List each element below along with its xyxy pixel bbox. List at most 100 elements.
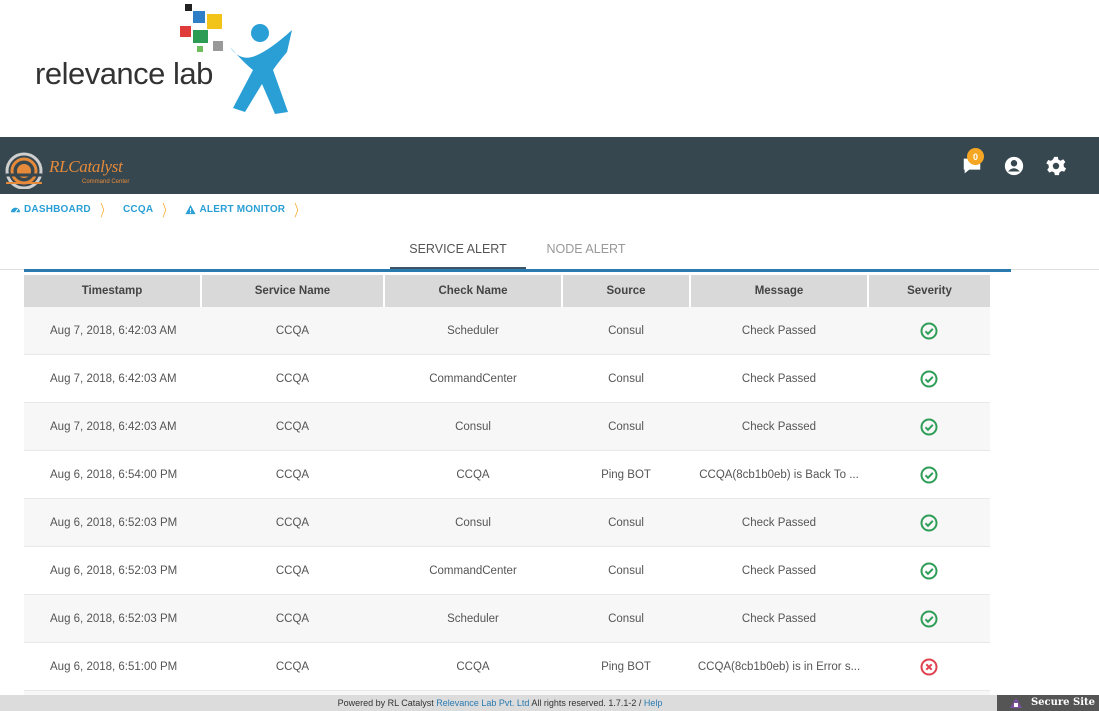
cell-check-name: Scheduler (384, 307, 562, 355)
brand-subtitle: Command Center (82, 179, 130, 185)
footer-powered-by: Powered by RL Catalyst (337, 698, 437, 708)
rl-catalyst-logo-icon (5, 152, 43, 190)
tab-node-alert[interactable]: NODE ALERT (526, 235, 646, 270)
lock-icon (1009, 698, 1022, 708)
cell-timestamp: Aug 6, 2018, 6:52:03 PM (24, 594, 201, 643)
breadcrumb-alert-monitor[interactable]: ALERT MONITOR (185, 204, 285, 215)
alert-tabs: SERVICE ALERT NODE ALERT (390, 235, 646, 270)
gear-icon (1046, 156, 1067, 176)
column-header-source[interactable]: Source (562, 275, 691, 307)
cell-timestamp: Aug 7, 2018, 6:42:03 AM (24, 307, 201, 355)
column-header-service-name[interactable]: Service Name (201, 275, 385, 307)
check-circle-icon (920, 418, 938, 435)
cell-message: Check Passed (690, 354, 868, 403)
cell-source: Consul (562, 546, 690, 595)
cell-check-name: CCQA (384, 642, 562, 691)
cell-check-name: Consul (384, 402, 562, 451)
footer-company-link[interactable]: Relevance Lab Pvt. Ltd (436, 698, 529, 708)
cell-check-name: CommandCenter (384, 546, 562, 595)
settings-button[interactable] (1043, 153, 1069, 179)
cell-message: Check Passed (690, 402, 868, 451)
table-row[interactable]: Aug 6, 2018, 6:51:00 PM CCQA CCQA Ping BOT C… (24, 642, 990, 691)
footer: Powered by RL Catalyst Relevance Lab Pvt… (0, 695, 1099, 711)
cell-source: Consul (562, 307, 690, 355)
cell-service-name: CCQA (201, 402, 384, 451)
cell-check-name: Consul (384, 498, 562, 547)
cell-message: Check Passed (690, 307, 868, 355)
cell-service-name: CCQA (201, 307, 384, 355)
dashboard-icon (10, 207, 21, 213)
cell-severity (868, 642, 990, 691)
check-circle-icon (920, 322, 938, 339)
cell-severity (868, 450, 990, 499)
column-header-message[interactable]: Message (690, 275, 869, 307)
cell-source: Consul (562, 402, 690, 451)
table-row[interactable]: Aug 6, 2018, 6:54:00 PM CCQA CCQA Ping BOT C… (24, 450, 990, 499)
cell-source: Consul (562, 594, 690, 643)
cell-message: CCQA(8cb1b0eb) is in Error s... (690, 642, 868, 691)
tab-service-alert[interactable]: SERVICE ALERT (390, 235, 526, 270)
cell-service-name: CCQA (201, 450, 384, 499)
breadcrumb: DASHBOARD 〉 CCQA 〉 ALERT MONITOR 〉 (10, 201, 317, 220)
error-circle-icon (920, 658, 938, 675)
column-header-check-name[interactable]: Check Name (384, 275, 563, 307)
notification-badge: 0 (967, 148, 984, 165)
logo-text: relevance lab (35, 56, 213, 91)
rl-catalyst-brand[interactable]: RLCatalyst Command Center (2, 143, 132, 190)
breadcrumb-dashboard-label: DASHBOARD (24, 203, 91, 215)
cell-message: Check Passed (690, 594, 868, 643)
check-circle-icon (920, 610, 938, 627)
cell-service-name: CCQA (201, 594, 384, 643)
cell-source: Ping BOT (562, 450, 690, 499)
table-row[interactable]: Aug 6, 2018, 6:52:03 PM CCQA CommandCenter… (24, 546, 990, 595)
table-row[interactable]: Aug 7, 2018, 6:42:03 AM CCQA Consul Consul C… (24, 402, 990, 451)
top-navbar: RLCatalyst Command Center 0 (0, 137, 1099, 194)
warning-icon (185, 204, 197, 214)
footer-help-link[interactable]: Help (644, 698, 663, 708)
table-top-border (24, 269, 1011, 272)
cell-service-name: CCQA (201, 354, 384, 403)
breadcrumb-separator: 〉 (294, 203, 305, 220)
column-header-severity[interactable]: Severity (868, 275, 990, 307)
cell-severity (868, 594, 990, 643)
user-circle-icon (1004, 156, 1024, 176)
breadcrumb-alert-monitor-label: ALERT MONITOR (199, 203, 286, 215)
cell-service-name: CCQA (201, 642, 384, 691)
cell-message: Check Passed (690, 498, 868, 547)
table-row[interactable]: Aug 7, 2018, 6:42:03 AM CCQA CommandCenter… (24, 354, 990, 403)
breadcrumb-separator: 〉 (100, 203, 110, 220)
secure-site-label: Secure Site (1030, 697, 1095, 708)
cell-severity (868, 546, 990, 595)
cell-severity (868, 354, 990, 403)
check-circle-icon (920, 370, 938, 387)
cell-source: Ping BOT (562, 642, 690, 691)
notifications-button[interactable]: 0 (959, 148, 985, 179)
user-profile-button[interactable] (1001, 153, 1027, 179)
service-alert-table-container[interactable]: Timestamp Service Name Check Name Source… (24, 269, 1011, 695)
footer-rights: All rights reserved. 1.7.1-2 / (529, 698, 644, 708)
check-circle-icon (920, 514, 938, 531)
table-row[interactable]: Aug 7, 2018, 6:42:03 AM CCQA Scheduler Cons… (24, 307, 990, 355)
cell-source: Consul (562, 354, 690, 403)
cell-check-name: Scheduler (384, 594, 562, 643)
breadcrumb-ccqa[interactable]: CCQA (123, 204, 153, 215)
cell-check-name: CommandCenter (384, 354, 562, 403)
cell-message: CCQA(8cb1b0eb) is Back To ... (690, 450, 868, 499)
table-row[interactable]: Aug 6, 2018, 6:52:03 PM CCQA Consul Consul C… (24, 498, 990, 547)
cell-severity (868, 402, 990, 451)
brand-name: RLCatalyst (49, 157, 123, 176)
cell-severity (868, 307, 990, 355)
table-body: Aug 7, 2018, 6:42:03 AM CCQA Scheduler Cons… (24, 307, 990, 695)
check-circle-icon (920, 466, 938, 483)
table-header-row: Timestamp Service Name Check Name Source… (24, 275, 990, 307)
check-circle-icon (920, 562, 938, 579)
breadcrumb-dashboard[interactable]: DASHBOARD (10, 204, 91, 215)
table-row[interactable]: Aug 6, 2018, 6:52:03 PM CCQA Scheduler Cons… (24, 594, 990, 643)
cell-severity (868, 498, 990, 547)
secure-site-badge: Secure Site (997, 695, 1099, 711)
cell-source: Consul (562, 498, 690, 547)
breadcrumb-ccqa-label: CCQA (123, 203, 154, 215)
cell-message: Check Passed (690, 546, 868, 595)
column-header-timestamp[interactable]: Timestamp (24, 275, 202, 307)
cell-timestamp: Aug 6, 2018, 6:52:03 PM (24, 546, 201, 595)
